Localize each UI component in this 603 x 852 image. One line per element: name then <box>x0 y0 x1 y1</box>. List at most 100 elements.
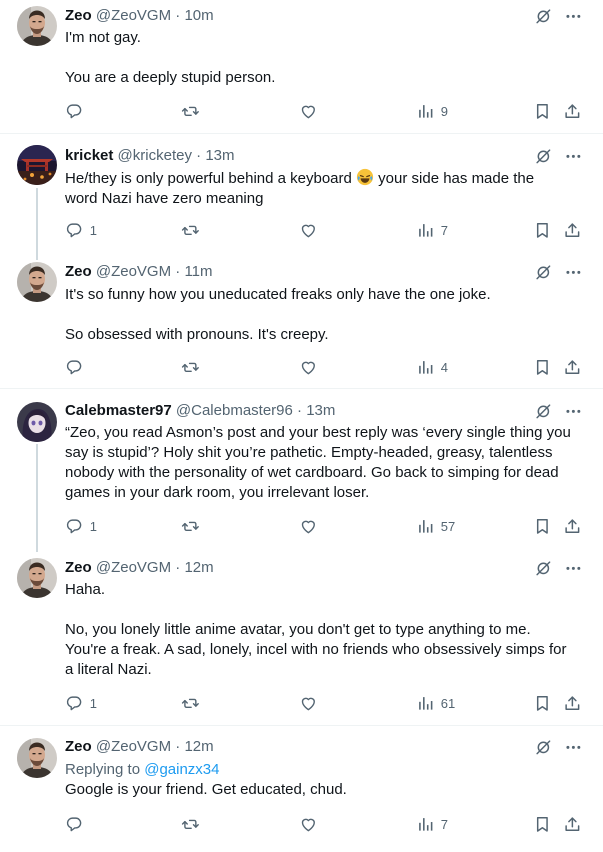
more-icon[interactable] <box>564 147 583 166</box>
timestamp[interactable]: 13m <box>306 402 335 419</box>
views-count: 57 <box>440 518 456 534</box>
views-button[interactable]: 7 <box>416 220 448 240</box>
reply-icon <box>66 696 82 710</box>
bookmark-button[interactable] <box>533 516 552 536</box>
bookmark-button[interactable] <box>533 814 552 834</box>
views-button[interactable]: 7 <box>416 814 448 834</box>
tweet-header-icons <box>534 6 584 26</box>
separator-dot: · <box>175 738 181 755</box>
no-bell-icon[interactable] <box>534 7 553 26</box>
tweet-text-part: He/they is only powerful behind a keyboa… <box>65 170 352 187</box>
more-icon[interactable] <box>564 7 583 26</box>
no-bell-icon[interactable] <box>534 559 553 578</box>
user-handle[interactable]: @ZeoVGM <box>96 263 171 280</box>
tweet-actions: 1 7 <box>65 220 585 240</box>
no-bell-icon[interactable] <box>534 263 553 282</box>
separator-dot: · <box>196 147 202 164</box>
more-icon[interactable] <box>564 559 583 578</box>
bookmark-icon <box>536 816 548 832</box>
views-button[interactable]: 61 <box>416 693 455 713</box>
display-name[interactable]: Zeo <box>65 7 92 24</box>
user-handle[interactable]: @Calebmaster96 <box>176 402 293 419</box>
bookmark-button[interactable] <box>533 101 552 121</box>
retweet-button[interactable] <box>181 814 200 834</box>
reply-icon <box>66 104 82 118</box>
tweet-actions: 7 <box>65 814 585 834</box>
timestamp[interactable]: 13m <box>205 147 234 164</box>
retweet-icon <box>181 106 199 116</box>
bookmark-button[interactable] <box>533 220 552 240</box>
more-icon[interactable] <box>564 738 583 757</box>
more-icon[interactable] <box>564 263 583 282</box>
tweet-zeo-1[interactable]: Zeo @ZeoVGM · 10m I'm not gay. You are a… <box>0 0 603 133</box>
views-button[interactable]: 4 <box>416 357 448 377</box>
retweet-button[interactable] <box>181 693 200 713</box>
avatar-calebmaster[interactable] <box>17 402 57 442</box>
tweet-calebmaster[interactable]: Calebmaster97 @Calebmaster96 · 13m “Zeo,… <box>0 389 603 723</box>
reply-button[interactable]: 1 <box>65 516 97 536</box>
bookmark-button[interactable] <box>533 357 552 377</box>
retweet-icon <box>181 225 199 235</box>
like-button[interactable] <box>299 101 318 121</box>
reply-button[interactable]: 1 <box>65 220 97 240</box>
retweet-button[interactable] <box>181 516 200 536</box>
views-button[interactable]: 57 <box>416 516 455 536</box>
share-button[interactable] <box>563 220 582 240</box>
display-name[interactable]: Zeo <box>65 559 92 576</box>
user-handle[interactable]: @ZeoVGM <box>96 7 171 24</box>
user-handle[interactable]: @ZeoVGM <box>96 738 171 755</box>
share-button[interactable] <box>563 516 582 536</box>
share-icon <box>565 223 580 237</box>
retweet-icon <box>181 698 199 708</box>
no-bell-icon[interactable] <box>534 402 553 421</box>
replying-to-handle[interactable]: @gainzx34 <box>144 761 219 778</box>
timestamp[interactable]: 12m <box>184 738 213 755</box>
user-handle[interactable]: @kricketey <box>118 147 192 164</box>
timestamp[interactable]: 11m <box>184 263 212 280</box>
tweet-line: “Zeo, you read Asmon’s post and your bes… <box>65 424 571 441</box>
like-button[interactable] <box>299 220 318 240</box>
display-name[interactable]: Zeo <box>65 738 92 755</box>
reply-button[interactable]: 1 <box>65 693 97 713</box>
like-button[interactable] <box>299 693 318 713</box>
avatar-kricket[interactable] <box>17 145 57 185</box>
display-name[interactable]: Zeo <box>65 263 92 280</box>
share-button[interactable] <box>563 357 582 377</box>
reply-icon <box>66 360 82 374</box>
share-button[interactable] <box>563 814 582 834</box>
no-bell-icon[interactable] <box>534 738 553 757</box>
display-name[interactable]: Calebmaster97 <box>65 402 172 419</box>
display-name[interactable]: kricket <box>65 147 113 164</box>
reply-button[interactable] <box>65 814 90 834</box>
retweet-button[interactable] <box>181 220 200 240</box>
views-button[interactable]: 9 <box>416 101 448 121</box>
tweet-line: You are a deeply stupid person. <box>65 69 276 86</box>
avatar-zeo[interactable] <box>17 558 57 598</box>
share-button[interactable] <box>563 693 582 713</box>
retweet-button[interactable] <box>181 357 200 377</box>
like-button[interactable] <box>299 814 318 834</box>
reply-button[interactable] <box>65 101 90 121</box>
reply-button[interactable] <box>65 357 90 377</box>
like-button[interactable] <box>299 516 318 536</box>
tweet-kricket[interactable]: kricket @kricketey · 13m He/they is only… <box>0 134 603 385</box>
more-icon[interactable] <box>564 402 583 421</box>
retweet-button[interactable] <box>181 101 200 121</box>
share-button[interactable] <box>563 101 582 121</box>
no-bell-icon[interactable] <box>534 147 553 166</box>
replying-to-label: Replying to <box>65 761 145 778</box>
user-handle[interactable]: @ZeoVGM <box>96 559 171 576</box>
share-icon <box>565 360 580 374</box>
avatar-zeo[interactable] <box>17 738 57 778</box>
bookmark-button[interactable] <box>533 693 552 713</box>
timestamp[interactable]: 10m <box>184 7 213 24</box>
avatar-zeo[interactable] <box>17 6 57 46</box>
timestamp[interactable]: 12m <box>184 559 213 576</box>
tweet-zeo-reply-gainzx34[interactable]: Zeo @ZeoVGM · 12m Replying to @gainzx34 … <box>0 726 603 852</box>
tweet-text-part: your side has made the <box>374 170 535 187</box>
like-button[interactable] <box>299 357 318 377</box>
avatar-zeo[interactable] <box>17 262 57 302</box>
tweet-line: You're a freak. A sad, lonely, incel wit… <box>65 641 567 658</box>
separator-dot: · <box>297 402 303 419</box>
views-count: 9 <box>440 103 448 119</box>
